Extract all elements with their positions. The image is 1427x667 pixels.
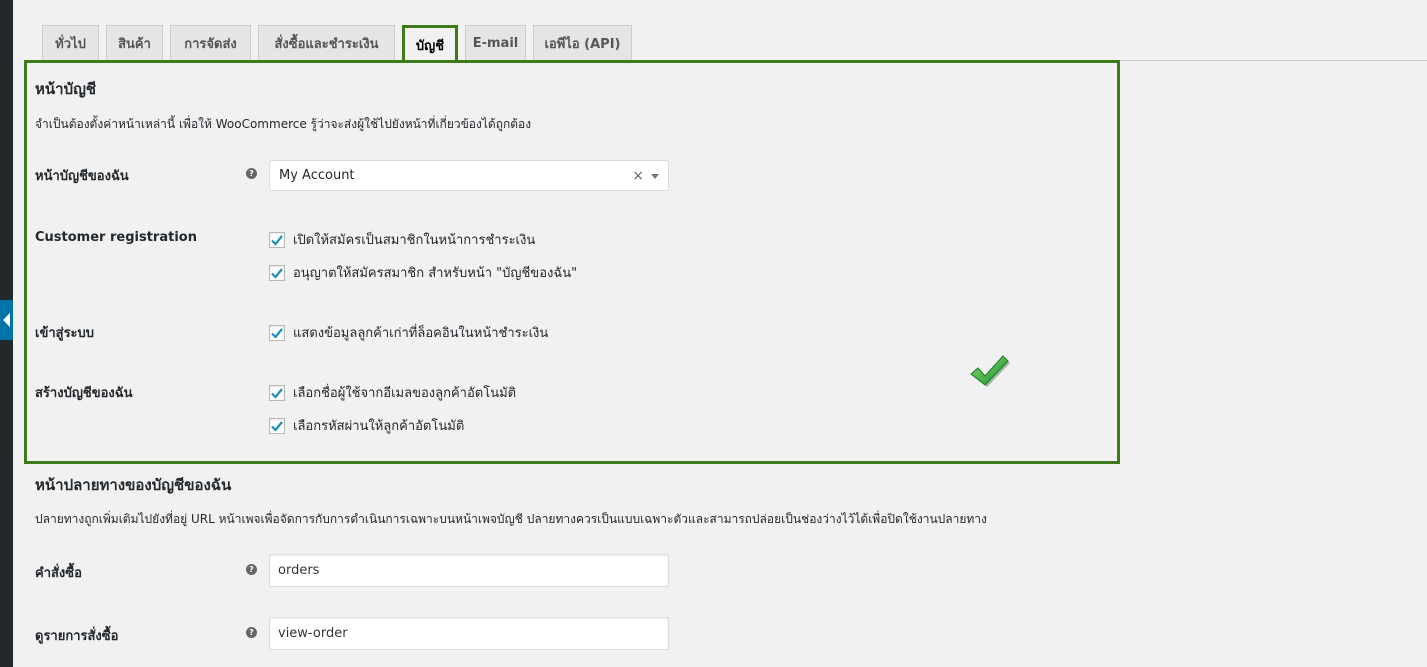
- login-label: เข้าสู่ระบบ: [35, 326, 95, 341]
- tab-api[interactable]: เอพีไอ (API): [533, 25, 632, 61]
- tab-checkout[interactable]: สั่งซื้อและชำระเงิน: [258, 25, 395, 61]
- login-reminder-option[interactable]: แสดงข้อมูลลูกค้าเก่าที่ล็อคอินในหน้าชำระ…: [269, 322, 548, 343]
- endpoints-title: หน้าปลายทางของบัญชีของฉัน: [35, 476, 232, 494]
- registration-checkout-checkbox[interactable]: [269, 231, 285, 248]
- help-icon[interactable]: ?: [246, 627, 257, 638]
- admin-sidebar: [0, 0, 13, 667]
- clear-icon[interactable]: ×: [632, 168, 644, 184]
- my-account-page-select[interactable]: My Account ×: [269, 160, 669, 191]
- registration-checkout-label: เปิดให้สมัครเป็นสมาชิกในหน้าการชำระเงิน: [293, 233, 536, 248]
- orders-endpoint-label: คำสั่งซื้อ: [35, 566, 82, 581]
- generate-password-option[interactable]: เลือกรหัสผ่านให้ลูกค้าอัตโนมัติ: [269, 415, 464, 436]
- registration-checkout-option[interactable]: เปิดให้สมัครเป็นสมาชิกในหน้าการชำระเงิน: [269, 229, 535, 250]
- customer-registration-label: Customer registration: [35, 230, 197, 245]
- tab-shipping[interactable]: การจัดส่ง: [170, 25, 251, 61]
- generate-username-option[interactable]: เลือกชื่อผู้ใช้จากอีเมลของลูกค้าอัตโนมัต…: [269, 382, 516, 403]
- checkmark-icon: [271, 327, 283, 339]
- checkmark-icon: [271, 234, 283, 246]
- endpoints-description: ปลายทางถูกเพิ่มเติมไปยังที่อยู่ URL หน้า…: [35, 512, 987, 526]
- view-order-endpoint-input[interactable]: [269, 617, 669, 650]
- checkmark-icon: [271, 267, 283, 279]
- checkmark-icon: [271, 420, 283, 432]
- registration-my-account-label: อนุญาตให้สมัครสมาชิก สำหรับหน้า "บัญชีขอ…: [293, 266, 578, 281]
- generate-password-checkbox[interactable]: [269, 417, 285, 434]
- tab-email[interactable]: E-mail: [465, 25, 526, 61]
- help-icon[interactable]: ?: [246, 564, 257, 575]
- generate-password-label: เลือกรหัสผ่านให้ลูกค้าอัตโนมัติ: [293, 419, 465, 434]
- generate-username-label: เลือกชื่อผู้ใช้จากอีเมลของลูกค้าอัตโนมัต…: [293, 386, 517, 401]
- collapse-menu-toggle[interactable]: [0, 300, 13, 340]
- generate-username-checkbox[interactable]: [269, 384, 285, 401]
- select-value: My Account: [279, 168, 355, 183]
- orders-endpoint-input[interactable]: [269, 554, 669, 587]
- account-pages-title: หน้าบัญชี: [35, 80, 97, 98]
- account-pages-description: จำเป็นต้องตั้งค่าหน้าเหล่านี้ เพื่อให้ W…: [35, 117, 532, 131]
- create-account-label: สร้างบัญชีของฉัน: [35, 386, 133, 401]
- my-account-page-label: หน้าบัญชีของฉัน: [35, 169, 129, 184]
- chevron-down-icon[interactable]: [651, 174, 659, 179]
- tab-accounts[interactable]: บัญชี: [402, 25, 458, 62]
- view-order-endpoint-label: ดูรายการสั่งซื้อ: [35, 629, 119, 644]
- tab-general[interactable]: ทั่วไป: [42, 25, 99, 61]
- registration-my-account-checkbox[interactable]: [269, 264, 285, 281]
- help-icon[interactable]: ?: [246, 168, 257, 179]
- login-reminder-label: แสดงข้อมูลลูกค้าเก่าที่ล็อคอินในหน้าชำระ…: [293, 326, 549, 341]
- tab-products[interactable]: สินค้า: [106, 25, 163, 61]
- login-reminder-checkbox[interactable]: [269, 324, 285, 341]
- checkmark-icon: [271, 387, 283, 399]
- registration-my-account-option[interactable]: อนุญาตให้สมัครสมาชิก สำหรับหน้า "บัญชีขอ…: [269, 262, 577, 283]
- success-check-icon: [970, 355, 1010, 387]
